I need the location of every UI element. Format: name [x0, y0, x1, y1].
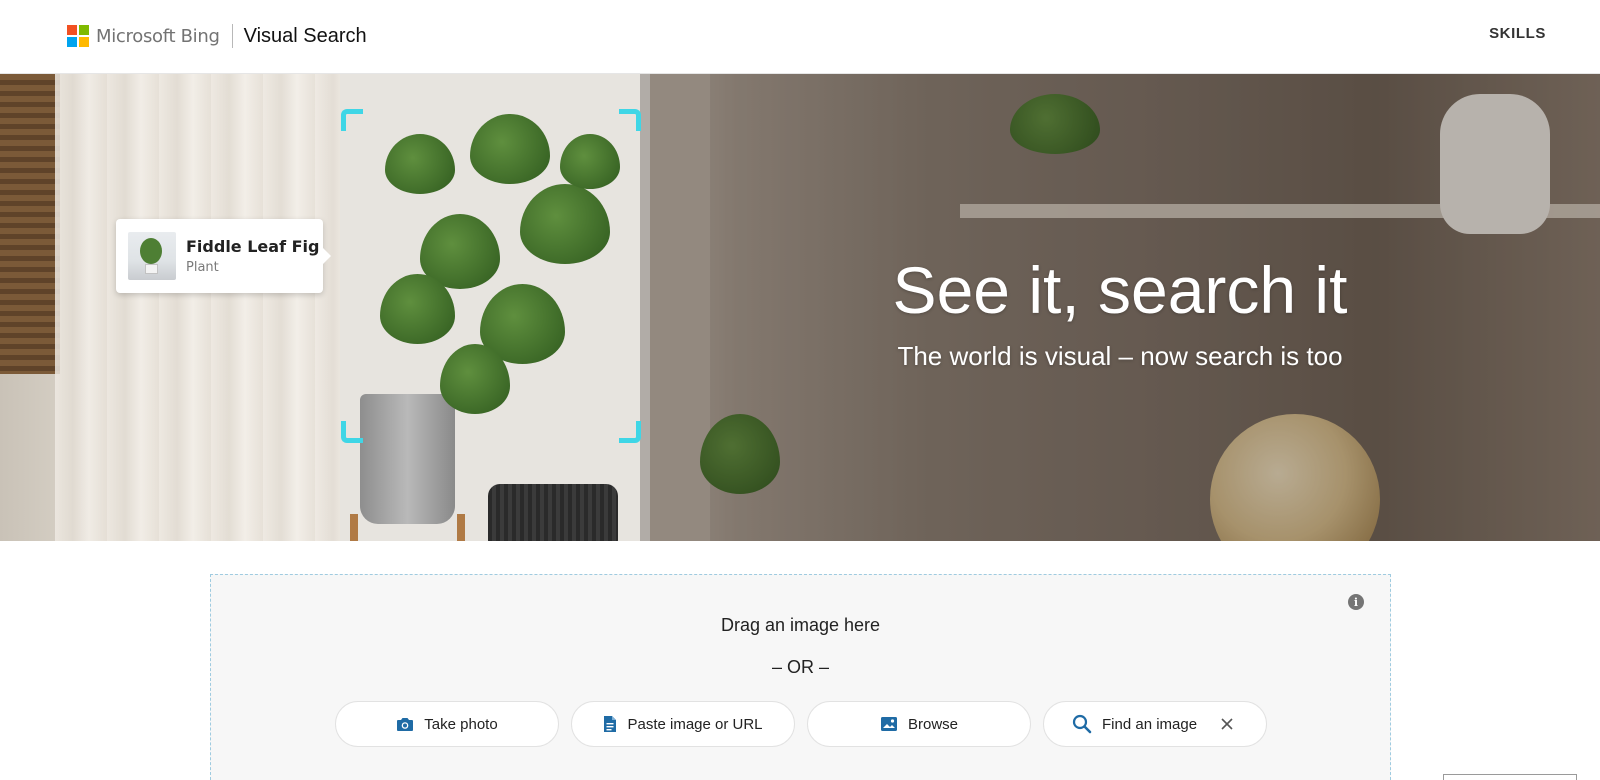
camera-icon	[397, 718, 414, 731]
paste-image-label: Paste image or URL	[627, 715, 763, 733]
find-image-label: Find an image	[1102, 715, 1198, 733]
frame-corner	[341, 421, 363, 443]
result-category: Plant	[186, 260, 219, 275]
browse-button[interactable]: Browse	[807, 701, 1031, 747]
feedback-tab[interactable]	[1443, 774, 1577, 780]
microsoft-logo-icon	[67, 25, 89, 47]
brand-divider	[231, 24, 233, 48]
result-card: Fiddle Leaf Fig Plant	[116, 219, 331, 293]
result-text: Fiddle Leaf Fig Plant	[186, 237, 319, 275]
hero-banner: Fiddle Leaf Fig Plant See it, search it …	[0, 74, 1600, 541]
top-bar: Microsoft Bing Visual Search SKILLS	[0, 0, 1600, 74]
frame-corner	[341, 109, 363, 131]
hero-subtitle: The world is visual – now search is too	[897, 341, 1343, 371]
upload-options: Take photo Paste image or URL Browse Fin…	[335, 701, 1267, 747]
brand-name: Microsoft Bing	[96, 25, 220, 47]
image-icon	[880, 717, 897, 731]
hero-title: See it, search it	[892, 253, 1348, 327]
brand[interactable]: Microsoft Bing Visual Search	[67, 23, 367, 49]
frame-corner	[619, 109, 641, 131]
paste-image-button[interactable]: Paste image or URL	[571, 701, 795, 747]
or-separator: – OR –	[771, 657, 830, 677]
product-name: Visual Search	[243, 24, 367, 47]
result-thumbnail	[128, 232, 176, 280]
image-drop-zone[interactable]: i Drag an image here – OR – Take photo P…	[210, 574, 1391, 780]
close-icon[interactable]	[1220, 717, 1234, 731]
drag-instruction: Drag an image here	[720, 615, 881, 635]
hero-photo-curtain	[55, 74, 345, 541]
take-photo-label: Take photo	[424, 715, 498, 733]
find-image-input[interactable]: Find an image	[1043, 701, 1267, 747]
hero-photo-basket	[488, 484, 618, 541]
detection-frame	[341, 109, 641, 443]
document-icon	[604, 716, 617, 732]
info-icon[interactable]: i	[1348, 594, 1364, 610]
frame-corner	[619, 421, 641, 443]
hero-photo-wicker	[0, 74, 60, 374]
result-title: Fiddle Leaf Fig	[186, 237, 320, 256]
search-icon	[1072, 714, 1092, 734]
skills-link[interactable]: SKILLS	[1489, 25, 1546, 42]
take-photo-button[interactable]: Take photo	[335, 701, 559, 747]
browse-label: Browse	[907, 715, 959, 733]
